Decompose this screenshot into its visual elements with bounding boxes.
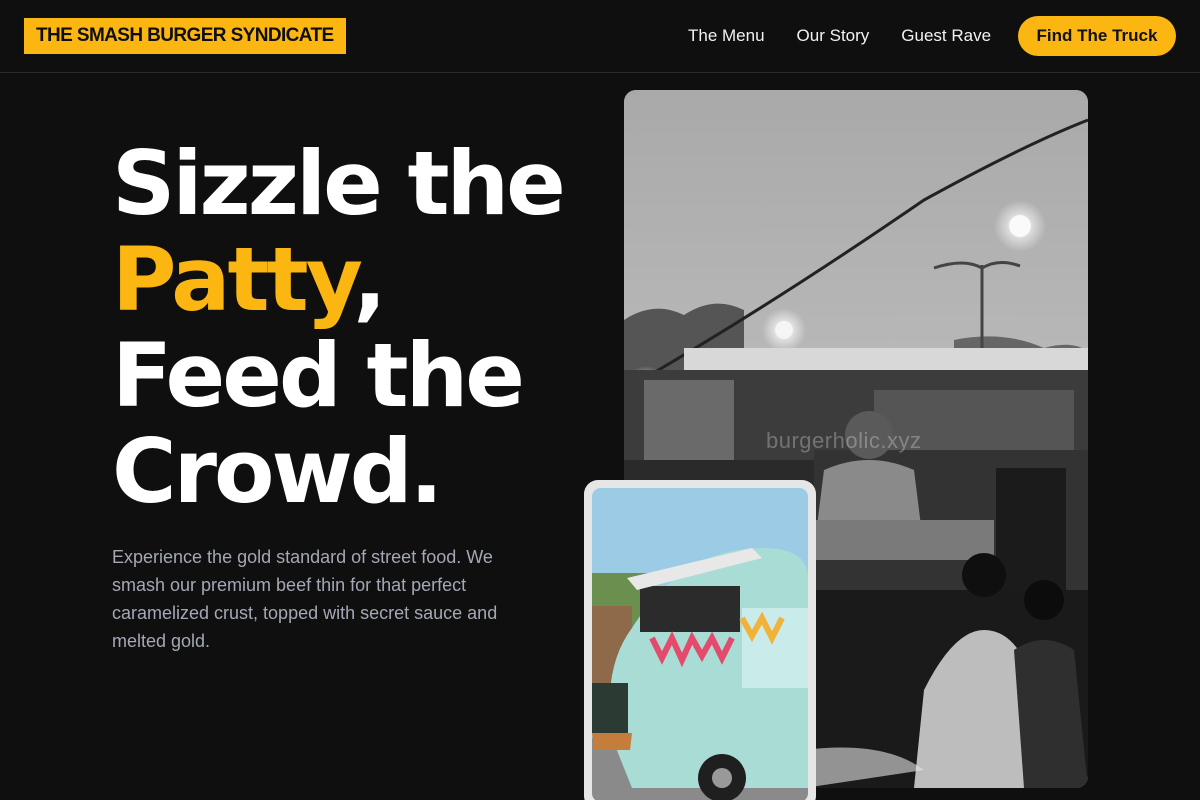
brand-logo[interactable]: THE SMASH BURGER SYNDICATE bbox=[24, 18, 346, 54]
van-photo-illustration bbox=[592, 488, 808, 800]
hero-description: Experience the gold standard of street f… bbox=[112, 547, 498, 651]
headline-line-1: Sizzle the bbox=[112, 132, 566, 235]
headline-highlight: Patty bbox=[112, 228, 356, 331]
site-header: THE SMASH BURGER SYNDICATE The Menu Our … bbox=[0, 0, 1200, 73]
hero-headline: Sizzle the Patty, Feed the Crowd. bbox=[112, 132, 566, 523]
find-truck-button[interactable]: Find The Truck bbox=[1018, 16, 1176, 56]
van-photo-card bbox=[584, 480, 816, 800]
headline-line-4: Crowd. bbox=[112, 420, 443, 523]
photo-watermark: burgerholic.xyz bbox=[766, 428, 922, 453]
headline-line-2: Patty, bbox=[112, 232, 563, 328]
main-nav: The Menu Our Story Guest Rave bbox=[688, 26, 991, 46]
headline-line-3: Feed the bbox=[112, 324, 525, 427]
nav-link-menu[interactable]: The Menu bbox=[688, 26, 765, 46]
van-photo bbox=[592, 488, 808, 800]
nav-link-guest-rave[interactable]: Guest Rave bbox=[901, 26, 991, 46]
nav-link-our-story[interactable]: Our Story bbox=[797, 26, 870, 46]
headline-comma: , bbox=[353, 228, 386, 331]
